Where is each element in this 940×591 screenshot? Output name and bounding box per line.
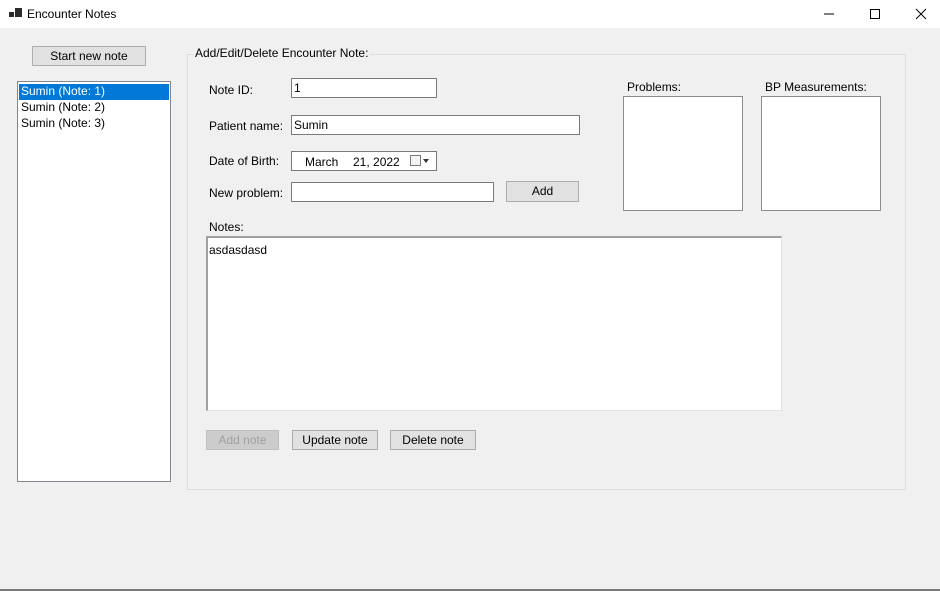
list-item[interactable]: Sumin (Note: 3): [19, 116, 169, 132]
date-of-birth-picker[interactable]: March 21, 2022: [291, 151, 437, 171]
new-problem-label: New problem:: [209, 186, 284, 200]
problems-label: Problems:: [627, 80, 682, 94]
delete-note-button[interactable]: Delete note: [390, 430, 476, 450]
bp-measurements-label: BP Measurements:: [765, 80, 867, 94]
problems-list[interactable]: [623, 96, 743, 211]
title-bar: Encounter Notes: [0, 0, 940, 28]
notes-listbox[interactable]: Sumin (Note: 1) Sumin (Note: 2) Sumin (N…: [17, 81, 171, 482]
dob-month: March: [305, 155, 339, 169]
maximize-button[interactable]: [852, 0, 898, 28]
close-button[interactable]: [898, 0, 940, 28]
minimize-icon: [824, 13, 834, 15]
add-note-button[interactable]: Add note: [206, 430, 279, 450]
add-problem-button[interactable]: Add: [506, 181, 579, 202]
patient-name-label: Patient name:: [209, 119, 284, 133]
update-note-button[interactable]: Update note: [292, 430, 378, 450]
list-item[interactable]: Sumin (Note: 2): [19, 100, 169, 116]
calendar-icon[interactable]: [410, 155, 421, 166]
maximize-icon: [870, 9, 880, 19]
date-of-birth-label: Date of Birth:: [209, 154, 280, 168]
note-id-label: Note ID:: [209, 83, 254, 97]
list-item[interactable]: Sumin (Note: 1): [19, 84, 169, 100]
start-new-note-button[interactable]: Start new note: [32, 46, 146, 66]
app-icon: [9, 8, 22, 19]
patient-name-input[interactable]: Sumin: [291, 115, 580, 135]
chevron-down-icon[interactable]: [423, 159, 429, 163]
note-id-input[interactable]: 1: [291, 78, 437, 98]
notes-textarea[interactable]: asdasdasd: [206, 236, 782, 411]
minimize-button[interactable]: [806, 0, 852, 28]
new-problem-input[interactable]: [291, 182, 494, 202]
window-title: Encounter Notes: [27, 7, 117, 21]
bp-measurements-list[interactable]: [761, 96, 881, 211]
close-icon: [915, 8, 927, 20]
notes-label: Notes:: [209, 220, 244, 234]
dob-day-year: 21, 2022: [353, 155, 400, 169]
groupbox-title: Add/Edit/Delete Encounter Note:: [193, 46, 371, 60]
